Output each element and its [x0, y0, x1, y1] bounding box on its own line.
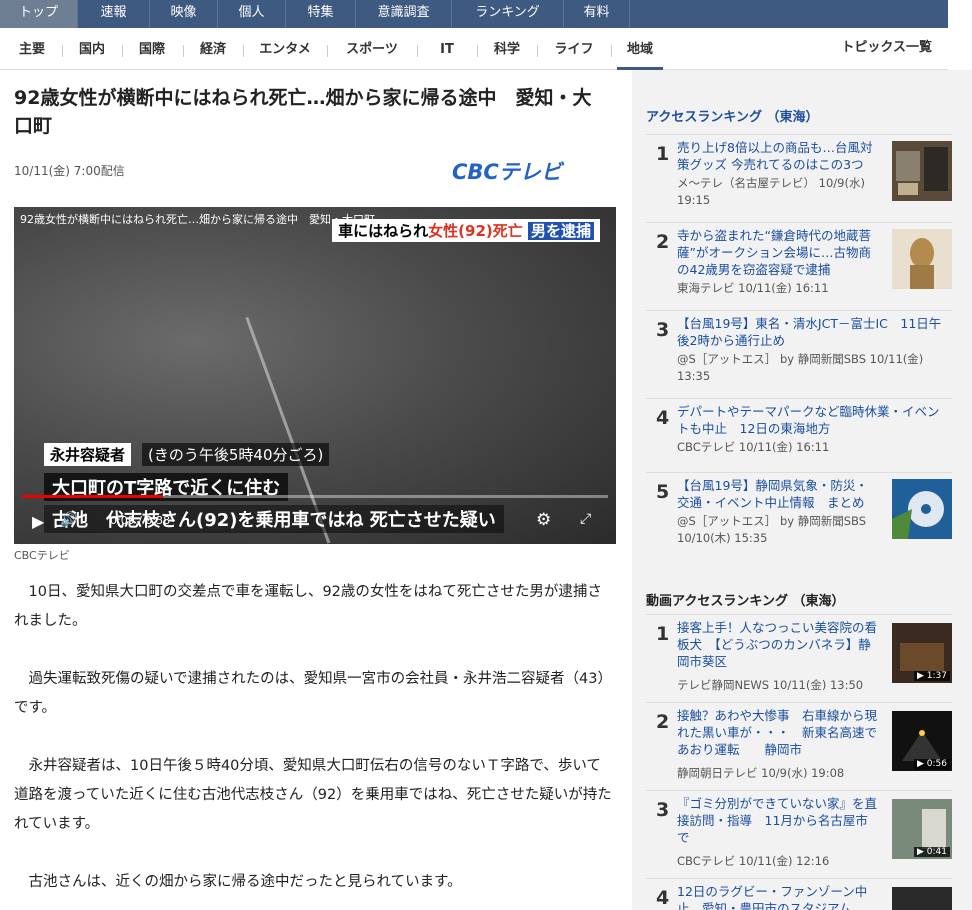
top-nav: トップ 速報 映像 個人 特集 意識調査 ランキング 有料 — [0, 0, 948, 28]
category-science[interactable]: 科学 — [483, 32, 531, 70]
video-ranking-title: 動画アクセスランキング （東海） — [646, 594, 845, 609]
top-nav-item-news[interactable]: 速報 — [78, 0, 150, 28]
article-paragraph: 10日、愛知県大口町の交差点で車を運転し、92歳の女性をはねて死亡させた男が逮捕… — [14, 584, 602, 629]
article-title: 92歳女性が横断中にはねられ死亡…畑から家に帰る途中 愛知・大口町 — [14, 87, 592, 137]
rank-number: 2 — [656, 711, 670, 733]
cbc-tv-logo[interactable]: CBCテレビ — [450, 158, 610, 184]
rank-number: 1 — [656, 143, 670, 165]
category-life[interactable]: ライフ — [543, 32, 605, 70]
volume-icon[interactable]: 🔊 — [60, 512, 77, 528]
video-progress-bar[interactable] — [22, 495, 608, 498]
rank-source: テレビ静岡NEWS 10/11(金) 13:50 — [677, 678, 864, 692]
video-caption-suspect: 永井容疑者 — [44, 443, 132, 466]
category-entertainment[interactable]: エンタメ — [249, 32, 321, 70]
article-paragraph: 過失運転致死傷の疑いで逮捕されたのは、愛知県一宮市の会社員・永井浩二容疑者（43… — [14, 671, 613, 716]
ranking-item[interactable]: 2 寺から盗まれた“鎌倉時代の地蔵菩薩”がオークション会場に…古物商の42歳男を… — [646, 222, 952, 295]
top-nav-item-video[interactable]: 映像 — [150, 0, 218, 28]
article-body: 10日、愛知県大口町の交差点で車を運転し、92歳の女性をはねて死亡させた男が逮捕… — [14, 578, 614, 910]
video-thumbnail[interactable]: ▶ 0:56 — [892, 711, 952, 771]
category-economy[interactable]: 経済 — [189, 32, 237, 70]
video-duration: ▶ 1:37 — [914, 671, 950, 681]
rank-number: 4 — [656, 407, 670, 429]
rank-title[interactable]: 【台風19号】東名・清水JCT－富士IC 11日午後2時から通行止め — [677, 315, 943, 349]
rank-source: @S［アットエス］ by 静岡新聞SBS 10/10(木) 15:35 — [677, 514, 867, 545]
access-ranking-title: アクセスランキング （東海） — [646, 110, 819, 125]
category-it[interactable]: IT — [423, 32, 471, 70]
video-ranking-item[interactable]: 1 接客上手！人なつっこい美容院の看板犬 【どうぶつのカンバネラ】静岡市葵区 テ… — [646, 614, 952, 702]
top-nav-item-personal[interactable]: 個人 — [218, 0, 286, 28]
video-time: 0:09 / 0:38 — [110, 514, 171, 527]
article: 92歳女性が横断中にはねられ死亡…畑から家に帰る途中 愛知・大口町 10/11(… — [14, 84, 616, 890]
rank-title[interactable]: デパートやテーマパークなど臨時休業・イベントも中止 12日の東海地方 — [677, 403, 943, 437]
sidebar: アクセスランキング （東海） 1 売り上げ8倍以上の商品も…台風対策グッズ 今売… — [632, 70, 972, 910]
rank-number: 3 — [656, 319, 670, 341]
rank-source: @S［アットエス］ by 静岡新聞SBS 10/11(金) 13:35 — [677, 352, 924, 383]
rank-number: 4 — [656, 887, 670, 909]
video-thumbnail[interactable] — [892, 887, 952, 910]
category-international[interactable]: 国際 — [128, 32, 176, 70]
rank-source: 静岡朝日テレビ 10/9(水) 19:08 — [677, 766, 845, 780]
article-paragraph: 永井容疑者は、10日午後５時40分頃、愛知県大口町伝右の信号のないＴ字路で、歩い… — [14, 758, 612, 832]
video-thumbnail[interactable]: ▶ 0:41 — [892, 799, 952, 859]
video-player[interactable]: 92歳女性が横断中にはねられ死亡…畑から家に帰る途中 愛知・大口町 車にはねられ… — [14, 207, 616, 544]
thumbnail-typhoon-image[interactable] — [892, 479, 952, 539]
video-caption-headline: 車にはねられ女性(92)死亡 男を逮捕 — [332, 219, 600, 242]
video-thumbnail[interactable]: ▶ 1:37 — [892, 623, 952, 683]
video-progress-fill — [22, 495, 163, 498]
thumbnail-statue-image[interactable] — [892, 229, 952, 289]
rank-number: 5 — [656, 481, 670, 503]
top-nav-item-paid[interactable]: 有料 — [564, 0, 630, 28]
thumbnail-goods-image[interactable] — [892, 141, 952, 201]
rank-title[interactable]: 売り上げ8倍以上の商品も…台風対策グッズ 今売れてるのはこの3つ — [677, 139, 879, 173]
rank-title[interactable]: 『ゴミ分別ができていない家』を直接訪問・指導 11月から名古屋市で — [677, 795, 879, 846]
category-sports[interactable]: スポーツ — [333, 32, 411, 70]
rank-title[interactable]: 接客上手！人なつっこい美容院の看板犬 【どうぶつのカンバネラ】静岡市葵区 — [677, 619, 879, 670]
rank-source: CBCテレビ 10/11(金) 16:11 — [677, 440, 830, 454]
settings-gear-icon[interactable]: ⚙ — [536, 510, 551, 530]
video-duration: ▶ 0:41 — [914, 847, 950, 857]
ranking-item[interactable]: 1 売り上げ8倍以上の商品も…台風対策グッズ 今売れてるのはこの3つ メ～テレ（… — [646, 134, 952, 207]
video-title: 92歳女性が横断中にはねられ死亡…畑から家に帰る途中 愛知・大口町 — [20, 213, 375, 226]
rank-title[interactable]: 寺から盗まれた“鎌倉時代の地蔵菩薩”がオークション会場に…古物商の42歳男を窃盗… — [677, 227, 879, 278]
rank-source: CBCテレビ 10/11(金) 12:16 — [677, 854, 830, 868]
cbc-tv-logo-text: CBCテレビ — [452, 160, 565, 184]
topics-list-link[interactable]: トピックス一覧 — [841, 32, 932, 64]
play-icon[interactable]: ▶ — [32, 512, 44, 531]
article-date: 10/11(金) 7:00配信 — [14, 164, 125, 178]
article-paragraph: 古池さんは、近くの畑から家に帰る途中だったと見られています。 — [28, 874, 462, 890]
ranking-item[interactable]: 5 【台風19号】静岡県気象・防災・交通・イベント中止情報 まとめ @S［アット… — [646, 472, 952, 546]
video-ranking: 動画アクセスランキング （東海） — [646, 590, 958, 609]
rank-number: 1 — [656, 623, 670, 645]
top-nav-item-top[interactable]: トップ — [0, 0, 78, 28]
video-ranking-item[interactable]: 2 接触？あわや大惨事 右車線から現れた黒い車が・・・ 新東名高速であおり運転 … — [646, 702, 952, 790]
video-caption-time: (きのう午後5時40分ごろ) — [142, 443, 330, 466]
rank-source: メ～テレ（名古屋テレビ） 10/9(水) 19:15 — [677, 176, 865, 207]
ranking-item[interactable]: 3 【台風19号】東名・清水JCT－富士IC 11日午後2時から通行止め @S［… — [646, 310, 952, 383]
video-source: CBCテレビ — [14, 549, 70, 562]
fullscreen-icon[interactable]: ⤢ — [580, 511, 591, 527]
category-main[interactable]: 主要 — [8, 32, 56, 70]
video-duration: ▶ 0:56 — [914, 759, 950, 769]
top-nav-item-survey[interactable]: 意識調査 — [356, 0, 452, 28]
rank-title[interactable]: 接触？あわや大惨事 右車線から現れた黒い車が・・・ 新東名高速であおり運転 静岡… — [677, 707, 879, 758]
category-nav: 主要 国内 国際 経済 エンタメ スポーツ IT 科学 ライフ 地域 トピックス… — [0, 32, 948, 70]
video-ranking-item[interactable]: 4 12日のラグビー・ファンゾーン中止 愛知・豊田市のスタジアム — [646, 878, 952, 910]
rank-number: 3 — [656, 799, 670, 821]
video-thumbnail-image — [892, 887, 952, 910]
ranking-item[interactable]: 4 デパートやテーマパークなど臨時休業・イベントも中止 12日の東海地方 CBC… — [646, 398, 952, 470]
rank-title[interactable]: 【台風19号】静岡県気象・防災・交通・イベント中止情報 まとめ — [677, 477, 879, 511]
top-nav-item-ranking[interactable]: ランキング — [452, 0, 564, 28]
rank-source: 東海テレビ 10/11(金) 16:11 — [677, 281, 829, 295]
video-ranking-item[interactable]: 3 『ゴミ分別ができていない家』を直接訪問・指導 11月から名古屋市で CBCテ… — [646, 790, 952, 878]
access-ranking: アクセスランキング （東海） — [646, 106, 958, 125]
rank-title[interactable]: 12日のラグビー・ファンゾーン中止 愛知・豊田市のスタジアム — [677, 883, 879, 910]
top-nav-item-feature[interactable]: 特集 — [286, 0, 356, 28]
rank-number: 2 — [656, 231, 670, 253]
category-local[interactable]: 地域 — [617, 32, 663, 70]
category-domestic[interactable]: 国内 — [68, 32, 116, 70]
